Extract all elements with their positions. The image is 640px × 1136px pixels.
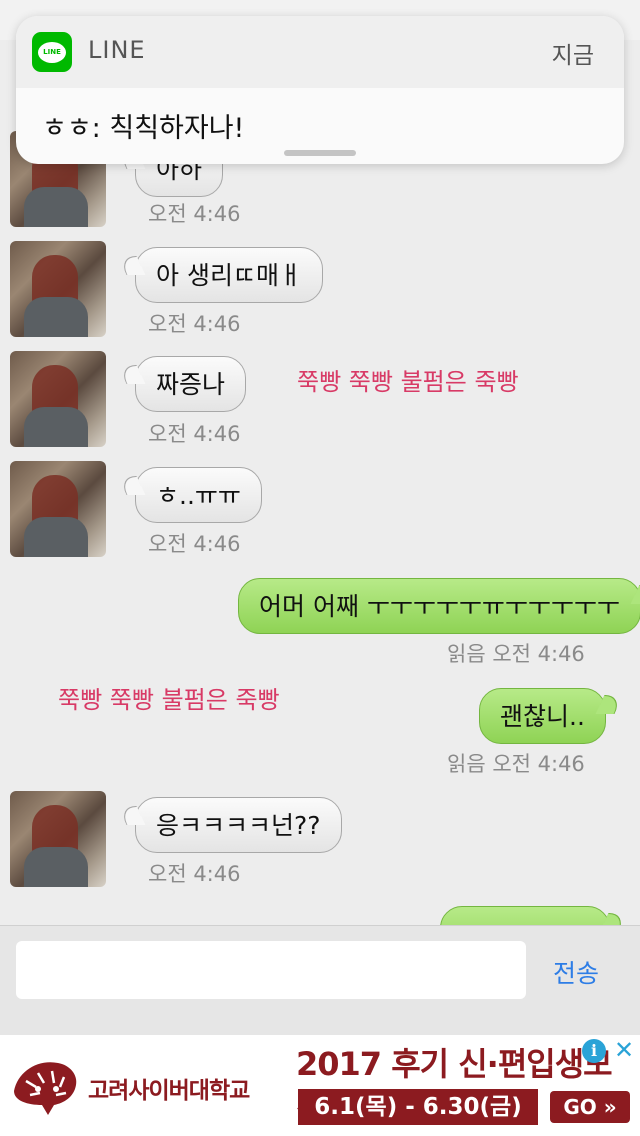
message-input-bar: 전송 xyxy=(0,925,640,1014)
incoming-message-bubble[interactable]: ㅎ..ㅠㅠ xyxy=(135,467,262,523)
ad-close-icon[interactable]: ✕ xyxy=(612,1037,636,1063)
outgoing-message-bubble[interactable] xyxy=(440,906,610,925)
outgoing-message-bubble[interactable]: 괜찮니.. xyxy=(479,688,606,744)
outgoing-message-bubble[interactable]: 어머 어째 ㅜㅜㅜㅜㅜㅠㅜㅜㅜㅜㅜ xyxy=(238,578,640,634)
watermark-overlay-text: 쭉빵 쭉빵 불펌은 죽빵 xyxy=(297,368,519,396)
sender-avatar[interactable] xyxy=(10,791,106,887)
line-notification-banner[interactable]: LINE LINE 지금 ㅎㅎ: 칙칙하자나! xyxy=(16,16,624,164)
incoming-message-bubble[interactable]: 응ㅋㅋㅋㅋ넌?? xyxy=(135,797,342,853)
notification-header: LINE LINE 지금 xyxy=(16,16,624,88)
tiger-logo-icon xyxy=(14,1062,77,1115)
line-logo-text: LINE xyxy=(38,41,66,63)
incoming-message-bubble[interactable]: 짜증나 xyxy=(135,356,247,412)
ad-school-name: 고려사이버대학교 xyxy=(88,1078,250,1104)
message-read-time: 읽음 오전 4:46 xyxy=(447,642,585,666)
message-time: 오전 4:46 xyxy=(148,312,241,336)
message-time: 오전 4:46 xyxy=(148,862,241,886)
ad-dates: 6.1(목) - 6.30(금) xyxy=(298,1089,538,1125)
send-button[interactable]: 전송 xyxy=(553,954,599,990)
message-time: 오전 4:46 xyxy=(148,422,241,446)
notification-app-name: LINE xyxy=(88,36,146,64)
chat-area[interactable]: 아하 오전 4:46 아 생리ㄸ매ㅐ 오전 4:46 짜증나 오전 4:46 쭉… xyxy=(0,0,640,925)
ad-banner[interactable]: 고려사이버대학교 2017 후기 신·편입생모집 6.1(목) - 6.30(금… xyxy=(0,1035,640,1136)
watermark-overlay-text: 쭉빵 쭉빵 불펌은 죽빵 xyxy=(58,686,280,714)
notification-message: ㅎㅎ: 칙칙하자나! xyxy=(42,113,245,144)
notification-time: 지금 xyxy=(551,43,594,69)
sender-avatar[interactable] xyxy=(10,241,106,337)
line-app-icon: LINE xyxy=(32,32,72,72)
sender-avatar[interactable] xyxy=(10,461,106,557)
notification-grabber-handle[interactable] xyxy=(284,150,356,156)
sender-avatar[interactable] xyxy=(10,351,106,447)
ad-go-button[interactable]: GO » xyxy=(550,1091,630,1123)
message-input[interactable] xyxy=(16,941,526,999)
ad-separator xyxy=(0,1013,640,1035)
message-time: 오전 4:46 xyxy=(148,202,241,226)
message-read-time: 읽음 오전 4:46 xyxy=(447,752,585,776)
message-time: 오전 4:46 xyxy=(148,532,241,556)
ad-info-icon[interactable]: i xyxy=(582,1039,606,1063)
incoming-message-bubble[interactable]: 아 생리ㄸ매ㅐ xyxy=(135,247,323,303)
